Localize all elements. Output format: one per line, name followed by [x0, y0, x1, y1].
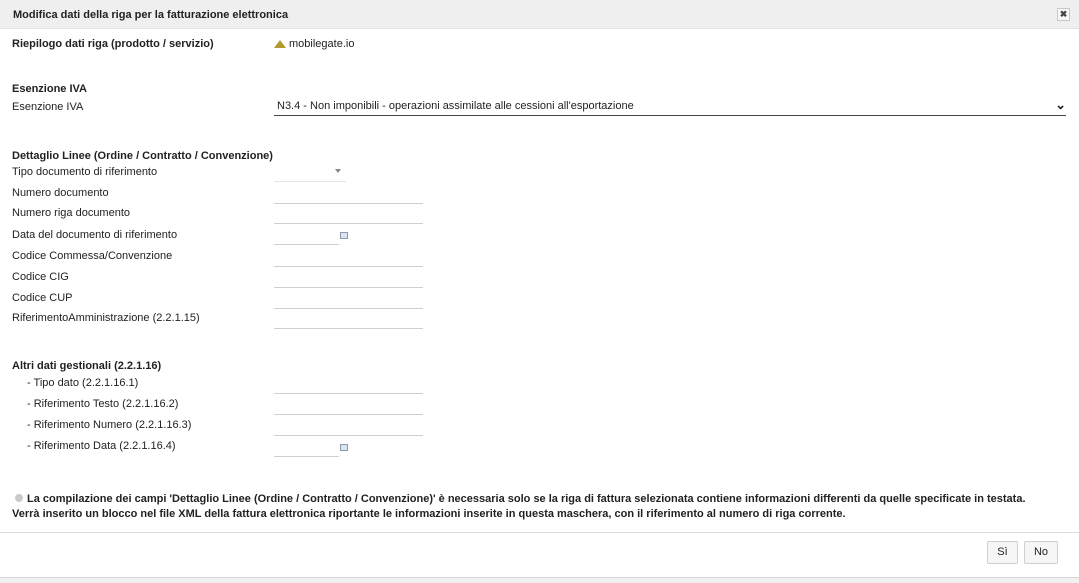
product-icon [274, 40, 286, 48]
riferimento-data-input[interactable] [274, 438, 339, 457]
dialog-title: Modifica dati della riga per la fatturaz… [13, 9, 289, 21]
riferimento-testo-input[interactable] [274, 396, 423, 415]
esenzione-section-title: Esenzione IVA [12, 83, 87, 95]
data-documento-input[interactable] [274, 226, 339, 245]
footer-divider [0, 532, 1079, 533]
dialog-titlebar: Modifica dati della riga per la fatturaz… [0, 0, 1079, 29]
no-button[interactable]: No [1024, 541, 1058, 564]
riferimento-numero-input[interactable] [274, 417, 423, 436]
info-note-line1: La compilazione dei campi 'Dettaglio Lin… [12, 492, 1026, 507]
field-label-codice-commessa: Codice Commessa/Convenzione [12, 250, 173, 262]
calendar-icon[interactable] [340, 232, 348, 239]
dropdown-caret-icon [335, 169, 341, 173]
info-note: La compilazione dei campi 'Dettaglio Lin… [12, 492, 1026, 522]
info-icon [15, 494, 23, 502]
field-label-numero-documento: Numero documento [12, 187, 109, 199]
field-label-riferimento-numero: - Riferimento Numero (2.2.1.16.3) [27, 419, 192, 431]
background-page-strip [0, 577, 1079, 583]
riepilogo-label: Riepilogo dati riga (prodotto / servizio… [12, 38, 214, 50]
riepilogo-value: mobilegate.io [274, 38, 354, 50]
field-label-data-documento: Data del documento di riferimento [12, 229, 178, 241]
tipo-documento-select[interactable] [274, 164, 346, 182]
yes-button[interactable]: Sì [987, 541, 1018, 564]
field-label-codice-cig: Codice CIG [12, 271, 69, 283]
esenzione-label: Esenzione IVA [12, 101, 84, 113]
info-note-line2: Verrà inserito un blocco nel file XML de… [12, 508, 846, 520]
codice-commessa-input[interactable] [274, 248, 423, 267]
field-label-riferimento-amministrazione: RiferimentoAmministrazione (2.2.1.15) [12, 312, 200, 324]
chevron-down-icon: ⌄ [1055, 97, 1066, 112]
calendar-icon[interactable] [340, 444, 348, 451]
esenzione-iva-select[interactable]: N3.4 - Non imponibili - operazioni assim… [274, 96, 1066, 116]
field-label-riferimento-testo: - Riferimento Testo (2.2.1.16.2) [27, 398, 179, 410]
numero-documento-input[interactable] [274, 185, 423, 204]
field-label-riferimento-data: - Riferimento Data (2.2.1.16.4) [27, 440, 176, 452]
tipo-dato-input[interactable] [274, 375, 423, 394]
codice-cup-input[interactable] [274, 290, 423, 309]
altri-section-title: Altri dati gestionali (2.2.1.16) [12, 360, 162, 372]
riferimento-amministrazione-input[interactable] [274, 310, 423, 329]
codice-cig-input[interactable] [274, 269, 423, 288]
field-label-numero-riga: Numero riga documento [12, 207, 131, 219]
esenzione-iva-selected: N3.4 - Non imponibili - operazioni assim… [277, 100, 634, 112]
close-icon[interactable]: ✖ [1057, 8, 1070, 21]
info-note-line1-text: La compilazione dei campi 'Dettaglio Lin… [27, 493, 1026, 505]
field-label-tipo-dato: - Tipo dato (2.2.1.16.1) [27, 377, 139, 389]
riepilogo-value-text: mobilegate.io [289, 38, 355, 50]
edit-line-dialog: Modifica dati della riga per la fatturaz… [0, 0, 1079, 577]
numero-riga-input[interactable] [274, 205, 423, 224]
dettaglio-section-title: Dettaglio Linee (Ordine / Contratto / Co… [12, 150, 273, 162]
field-label-codice-cup: Codice CUP [12, 292, 73, 304]
field-label-tipo-documento: Tipo documento di riferimento [12, 166, 158, 178]
